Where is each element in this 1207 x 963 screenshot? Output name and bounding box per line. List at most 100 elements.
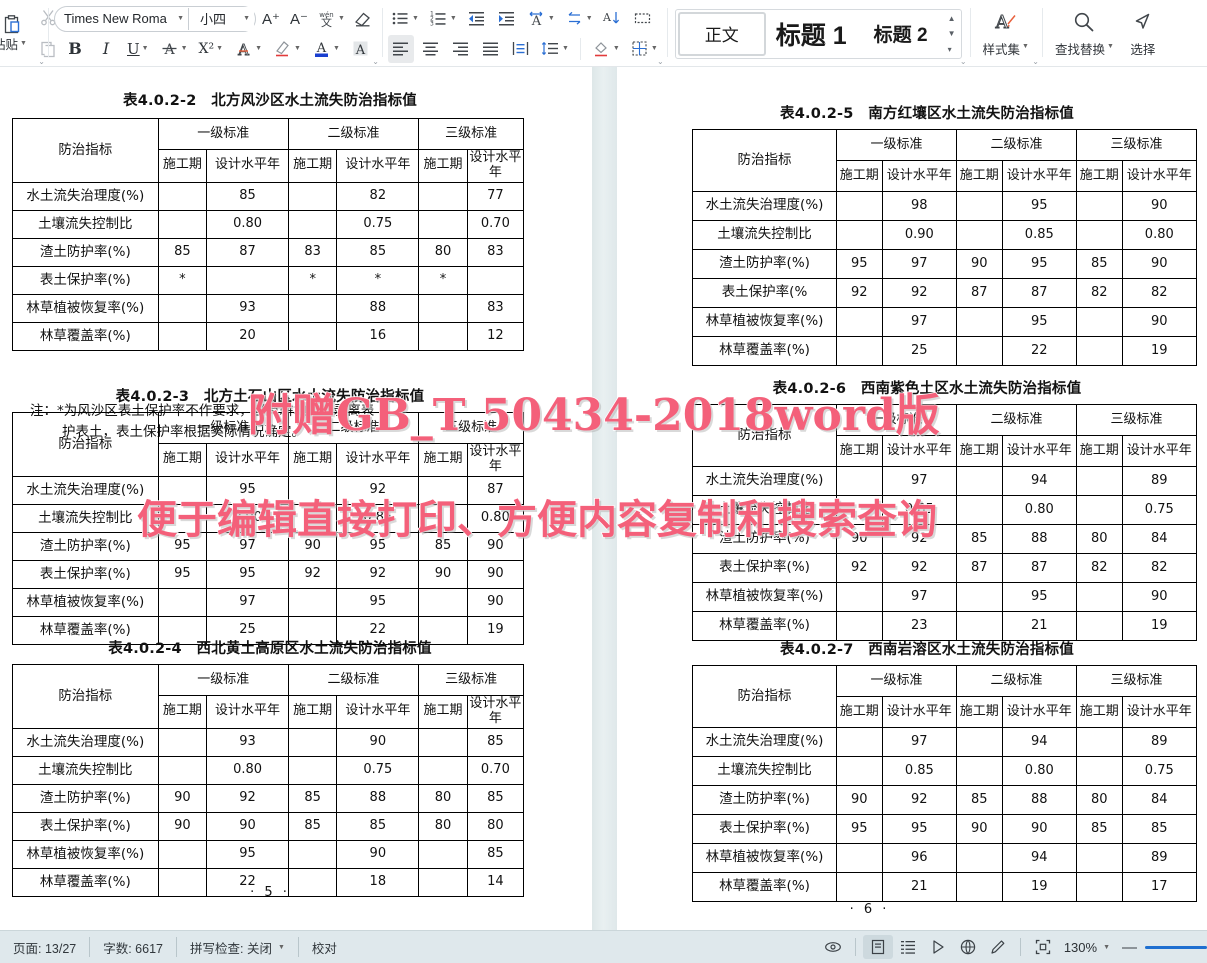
chevron-down-icon[interactable]: ▼: [613, 45, 620, 52]
chevron-down-icon[interactable]: ▼: [177, 15, 184, 22]
styles-dialog-launcher[interactable]: ⌄: [960, 57, 967, 66]
distribute-button[interactable]: [508, 35, 534, 63]
status-page-indicator[interactable]: 页面: 13/27: [0, 937, 89, 957]
table-row[interactable]: 林草植被恢复率(%) 95 90 85: [12, 839, 525, 869]
table-row[interactable]: 土壤流失控制比 0.85 0.80 0.75: [692, 756, 1198, 786]
font-dialog-launcher[interactable]: ⌄: [372, 57, 379, 66]
chevron-down-icon[interactable]: ▼: [20, 40, 27, 47]
styleset-dialog-launcher[interactable]: ⌄: [1032, 57, 1039, 66]
doc-table-5[interactable]: 防治指标 一级标准 二级标准 三级标准 施工期 设计水平年 施工期 设计水平年 施工期 设计水平年…: [692, 665, 1198, 902]
font-color-button[interactable]: A ▼: [309, 35, 343, 63]
table-row[interactable]: 水土流失治理度(%) 97 94 89: [692, 466, 1198, 496]
character-shading-button[interactable]: A: [348, 35, 374, 63]
indicator-table[interactable]: 防治指标 一级标准 二级标准 三级标准 施工期 设计水平年 施工期 设计水平年 施工期 设计水平年…: [12, 118, 525, 351]
doc-table-3[interactable]: 防治指标 一级标准 二级标准 三级标准 施工期 设计水平年 施工期 设计水平年 施工期 设计水平年…: [692, 129, 1198, 366]
show-formatting-marks-button[interactable]: [630, 5, 656, 33]
table-row[interactable]: 表土保护率(%) * * * *: [12, 265, 525, 295]
indicator-table[interactable]: 防治指标 一级标准 二级标准 三级标准 施工期 设计水平年 施工期 设计水平年 施工期 设计水平年…: [12, 412, 525, 645]
chevron-down-icon[interactable]: ▼: [450, 15, 457, 22]
phonetic-guide-button[interactable]: wén 文 ▼: [314, 5, 348, 33]
sort-button[interactable]: A: [600, 5, 626, 33]
table-row[interactable]: 表土保护率(%) 90 90 85 85 80 80: [12, 811, 525, 841]
table-row[interactable]: 林草植被恢复率(%) 96 94 89: [692, 843, 1198, 873]
print-layout-button[interactable]: [862, 935, 893, 959]
line-spacing-button[interactable]: ▼: [538, 35, 572, 63]
chevron-down-icon[interactable]: ▼: [338, 15, 345, 22]
text-effects-button[interactable]: A ▼: [231, 35, 265, 63]
table-row[interactable]: 林草覆盖率(%) 23 21 19: [692, 611, 1198, 641]
scroll-up-icon[interactable]: ▲: [948, 14, 956, 23]
clear-formatting-button[interactable]: [350, 5, 376, 33]
sort-toggle-button[interactable]: ▼: [562, 5, 596, 33]
zoom-slider[interactable]: —: [1112, 940, 1207, 955]
align-center-button[interactable]: [418, 35, 444, 63]
justify-button[interactable]: [478, 35, 504, 63]
chevron-down-icon[interactable]: ▼: [216, 45, 223, 52]
web-layout-button[interactable]: [953, 935, 983, 959]
doc-table-4[interactable]: 防治指标 一级标准 二级标准 三级标准 施工期 设计水平年 施工期 设计水平年 施工期 设计水平年…: [692, 404, 1198, 641]
table-row[interactable]: 渣土防护率(%) 95 97 90 95 85 90: [692, 249, 1198, 279]
table-row[interactable]: 林草植被恢复率(%) 97 95 90: [692, 307, 1198, 337]
fullscreen-button[interactable]: [1028, 935, 1058, 959]
zoom-slider-track[interactable]: [1145, 945, 1207, 949]
text-direction-button[interactable]: A ▼: [524, 5, 558, 33]
style-item-heading2[interactable]: 标题 2: [857, 12, 945, 56]
strikethrough-button[interactable]: A ▼: [157, 35, 191, 63]
table-row[interactable]: 表土保护率(%) 95 95 90 90 85 85: [692, 814, 1198, 844]
indicator-table[interactable]: 防治指标 一级标准 二级标准 三级标准 施工期 设计水平年 施工期 设计水平年 施工期 设计水平年…: [692, 665, 1198, 902]
table-row[interactable]: 渣土防护率(%) 95 97 90 95 85 90: [12, 531, 525, 561]
shrink-font-button[interactable]: A⁻: [286, 5, 312, 33]
table-row[interactable]: 水土流失治理度(%) 85 82 77: [12, 181, 525, 211]
document-page-left[interactable]: 表4.0.2-2 北方风沙区水土流失防治指标值 防治指标 一级标准 二级标准 三级标准…: [0, 67, 592, 930]
superscript-button[interactable]: X² ▼: [196, 35, 227, 63]
grow-font-button[interactable]: A⁺: [258, 5, 284, 33]
status-proofread[interactable]: 校对: [297, 937, 350, 957]
status-word-count[interactable]: 字数: 6617: [89, 937, 176, 957]
chevron-down-icon[interactable]: ▼: [294, 45, 301, 52]
table-row[interactable]: 林草覆盖率(%) 21 19 17: [692, 872, 1198, 902]
indicator-table[interactable]: 防治指标 一级标准 二级标准 三级标准 施工期 设计水平年 施工期 设计水平年 施工期 设计水平年…: [692, 129, 1198, 366]
table-row[interactable]: 表土保护率(% 92 92 87 87 82 82: [692, 278, 1198, 308]
table-row[interactable]: 渣土防护率(%) 90 92 85 88 80 84: [692, 785, 1198, 815]
borders-button[interactable]: ▼: [627, 35, 661, 63]
italic-button[interactable]: I: [93, 35, 119, 63]
chevron-down-icon[interactable]: ▼: [333, 45, 340, 52]
decrease-indent-button[interactable]: [464, 5, 490, 33]
bold-button[interactable]: B: [62, 35, 88, 63]
chevron-down-icon[interactable]: ▼: [651, 45, 658, 52]
outline-view-button[interactable]: [893, 935, 923, 959]
table-row[interactable]: 林草植被恢复率(%) 97 95 90: [12, 587, 525, 617]
table-row[interactable]: 渣土防护率(%) 90 92 85 88 80 85: [12, 783, 525, 813]
chevron-down-icon[interactable]: ▼: [142, 45, 149, 52]
status-spellcheck[interactable]: 拼写检查: 关闭 ▼: [176, 937, 298, 957]
chevron-down-icon[interactable]: ▼: [181, 45, 188, 52]
doc-table-0[interactable]: 防治指标 一级标准 二级标准 三级标准 施工期 设计水平年 施工期 设计水平年 施工期 设计水平年…: [12, 118, 525, 351]
doc-table-1[interactable]: 防治指标 一级标准 二级标准 三级标准 施工期 设计水平年 施工期 设计水平年 施工期 设计水平年…: [12, 412, 525, 645]
chevron-down-icon[interactable]: ▼: [1107, 43, 1114, 50]
align-right-button[interactable]: [448, 35, 474, 63]
chevron-down-icon[interactable]: ▼: [412, 15, 419, 22]
read-mode-button[interactable]: [818, 935, 848, 959]
paragraph-dialog-launcher[interactable]: ⌄: [657, 57, 664, 66]
find-replace-button[interactable]: 查找替换 ▼: [1048, 6, 1121, 62]
style-set-button[interactable]: A 样式集 ▼: [976, 6, 1036, 62]
table-row[interactable]: 土壤流失控制比 0.90 0.85 0.80: [692, 220, 1198, 250]
font-name-combobox[interactable]: Times New Roma ▼: [56, 6, 188, 31]
table-row[interactable]: 林草植被恢复率(%) 97 95 90: [692, 582, 1198, 612]
doc-table-2[interactable]: 防治指标 一级标准 二级标准 三级标准 施工期 设计水平年 施工期 设计水平年 施工期 设计水平年…: [12, 664, 525, 897]
chevron-down-icon[interactable]: ▼: [255, 45, 262, 52]
table-row[interactable]: 林草覆盖率(%) 25 22 19: [692, 336, 1198, 366]
styles-gallery-scroller[interactable]: ▲ ▼ ▾: [945, 12, 959, 56]
zoom-level-label[interactable]: 130%: [1064, 940, 1097, 955]
table-row[interactable]: 林草覆盖率(%) 20 16 12: [12, 321, 525, 351]
table-row[interactable]: 土壤流失控制比 0.80 0.75 0.70: [12, 755, 525, 785]
font-size-combobox[interactable]: 小四 ▼: [192, 6, 254, 31]
chevron-down-icon[interactable]: ▼: [1103, 944, 1110, 951]
bullet-list-button[interactable]: ▼: [388, 5, 422, 33]
chevron-down-icon[interactable]: ▼: [548, 15, 555, 22]
select-button[interactable]: 选择: [1123, 6, 1163, 62]
chevron-down-icon[interactable]: ▼: [278, 944, 285, 951]
table-row[interactable]: 土壤流失控制比 0.80 0.75 0.70: [12, 209, 525, 239]
highlight-button[interactable]: ▼: [270, 35, 304, 63]
table-row[interactable]: 土壤流失控制比 0.90 0.85 0.80: [12, 503, 525, 533]
